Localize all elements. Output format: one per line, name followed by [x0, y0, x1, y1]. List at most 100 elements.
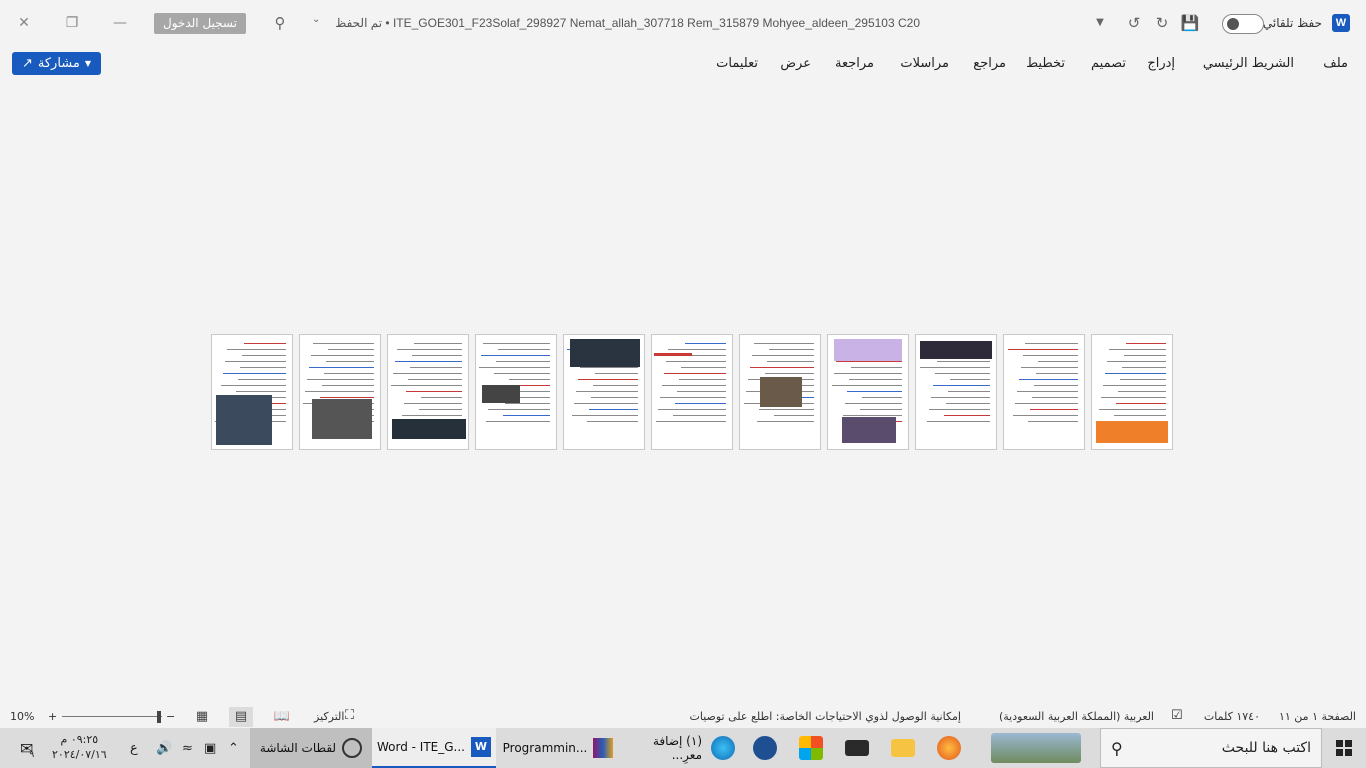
title-chevron-down-icon[interactable]: ⌄: [312, 14, 320, 25]
taskbar-item-label: لقطات الشاشة: [259, 741, 337, 755]
print-layout-icon[interactable]: ▤: [229, 707, 253, 727]
zoom-slider-thumb[interactable]: [157, 711, 161, 723]
network-status-icon[interactable]: ▣: [204, 728, 216, 768]
page-text-line: [595, 373, 638, 374]
firefox-icon[interactable]: [928, 728, 970, 768]
document-page-thumbnail[interactable]: [563, 334, 645, 450]
page-text-line: [498, 349, 550, 350]
page-text-line: [673, 415, 726, 416]
app-icon[interactable]: [744, 728, 786, 768]
page-text-line: [481, 355, 550, 356]
zoom-in-button[interactable]: +: [48, 710, 57, 723]
page-text-line: [935, 373, 990, 374]
tab-help[interactable]: تعليمات: [716, 56, 758, 71]
wifi-icon[interactable]: ≈: [182, 728, 193, 768]
web-layout-icon[interactable]: ▦: [190, 707, 214, 727]
tab-view[interactable]: عرض: [780, 56, 811, 71]
page-text-line: [1118, 391, 1166, 392]
accessibility-status[interactable]: إمكانية الوصول لذوي الاحتياجات الخاصة: ا…: [689, 710, 961, 723]
ribbon-tabs: ▼ مشاركة ↗ ملف الشريط الرئيسي إدراج تصمي…: [0, 46, 1366, 82]
document-page-thumbnail[interactable]: [1003, 334, 1085, 450]
document-page-thumbnail[interactable]: [739, 334, 821, 450]
document-title[interactable]: ITE_GOE301_F23Solaf_298927 Nemat_allah_3…: [335, 16, 920, 30]
page-text-line: [1023, 355, 1078, 356]
document-page-thumbnail[interactable]: [651, 334, 733, 450]
zoom-out-button[interactable]: −: [166, 710, 175, 723]
signin-button[interactable]: تسجيل الدخول: [154, 13, 246, 34]
document-page-thumbnail[interactable]: [299, 334, 381, 450]
close-icon[interactable]: ✕: [14, 13, 34, 33]
keyboard-language[interactable]: ع: [130, 728, 138, 768]
taskbar-item-label: (١) إضافة معرِ...: [653, 734, 702, 762]
page-text-line: [225, 361, 286, 362]
weather-widget[interactable]: [976, 728, 1096, 768]
start-button[interactable]: [1322, 728, 1366, 768]
taskbar-screenshots-window[interactable]: لقطات الشاشة: [250, 728, 372, 768]
document-page-thumbnail[interactable]: [475, 334, 557, 450]
volume-icon[interactable]: 🔊: [156, 728, 172, 768]
edge-icon[interactable]: [702, 728, 744, 768]
word-count[interactable]: ١٧٤٠ كلمات: [1204, 710, 1260, 723]
tab-file[interactable]: ملف: [1323, 56, 1348, 71]
tab-references[interactable]: مراجع: [973, 56, 1006, 71]
page-text-line: [677, 391, 726, 392]
page-text-line: [483, 343, 550, 344]
zoom-slider[interactable]: [62, 716, 162, 717]
proofing-icon[interactable]: ☑: [1171, 708, 1183, 723]
document-page-thumbnail[interactable]: [915, 334, 997, 450]
page-text-line: [578, 379, 638, 380]
taskbar-item-label: Programmin...: [502, 741, 588, 755]
customize-toolbar-chevron-icon[interactable]: ▼: [1090, 13, 1110, 33]
page-image: [570, 339, 640, 367]
search-icon[interactable]: ⚲: [270, 13, 290, 33]
zoom-level[interactable]: 10%: [10, 710, 34, 723]
save-icon[interactable]: 💾: [1180, 13, 1200, 33]
share-button[interactable]: ▼ مشاركة ↗: [12, 52, 101, 75]
file-explorer-icon[interactable]: [882, 728, 924, 768]
document-pages[interactable]: [211, 334, 1173, 450]
clock[interactable]: ٠٩:٢٥ م ٢٠٢٤/٠٧/١٦: [52, 732, 107, 762]
page-text-line: [950, 379, 990, 380]
document-page-thumbnail[interactable]: [1091, 334, 1173, 450]
undo-icon[interactable]: ↺: [1124, 13, 1144, 33]
page-text-line: [660, 397, 726, 398]
page-image: [312, 399, 372, 439]
autosave-toggle[interactable]: [1222, 14, 1264, 34]
language[interactable]: العربية (المملكة العربية السعودية): [999, 710, 1154, 723]
taskbar-winrar-window[interactable]: Programmin...: [496, 728, 620, 768]
store-icon[interactable]: [790, 728, 832, 768]
page-text-line: [580, 367, 638, 368]
tab-design[interactable]: تصميم: [1091, 56, 1126, 71]
notification-icon[interactable]: ✉ ٩: [20, 728, 34, 768]
minimize-icon[interactable]: —: [110, 13, 130, 33]
tray-chevron-up-icon[interactable]: ⌃: [228, 728, 239, 768]
tab-mailings[interactable]: مراسلات: [900, 56, 949, 71]
document-page-thumbnail[interactable]: [387, 334, 469, 450]
redo-icon[interactable]: ↻: [1152, 13, 1172, 33]
page-text-line: [832, 385, 902, 386]
mail-icon[interactable]: [836, 728, 878, 768]
page-text-line: [479, 367, 550, 368]
taskbar-search[interactable]: اكتب هنا للبحث ⚲: [1100, 728, 1322, 768]
read-mode-icon[interactable]: 📖: [270, 707, 294, 727]
tab-insert[interactable]: إدراج: [1147, 56, 1175, 71]
tab-layout[interactable]: تخطيط: [1026, 56, 1065, 71]
document-page-thumbnail[interactable]: [211, 334, 293, 450]
page-text-line: [759, 409, 814, 410]
page-count[interactable]: الصفحة ١ من ١١: [1279, 710, 1356, 723]
tab-home[interactable]: الشريط الرئيسي: [1203, 56, 1294, 71]
page-text-line: [937, 361, 990, 362]
windows-taskbar: اكتب هنا للبحث ⚲ (١) إضافة معرِ... Progr…: [0, 728, 1366, 768]
focus-label[interactable]: التركيز: [314, 710, 344, 723]
page-text-line: [391, 385, 462, 386]
document-page-thumbnail[interactable]: [827, 334, 909, 450]
focus-icon[interactable]: ⛶: [345, 708, 354, 723]
taskbar-word-window[interactable]: Word - ITE_G... W: [372, 728, 496, 768]
page-text-line: [750, 367, 814, 368]
page-text-line: [946, 403, 990, 404]
restore-icon[interactable]: ❐: [62, 13, 82, 33]
page-text-line: [662, 385, 726, 386]
taskbar-edge-window[interactable]: (١) إضافة معرِ...: [620, 728, 702, 768]
notification-count: ٩: [29, 750, 35, 760]
tab-review[interactable]: مراجعة: [835, 56, 874, 71]
